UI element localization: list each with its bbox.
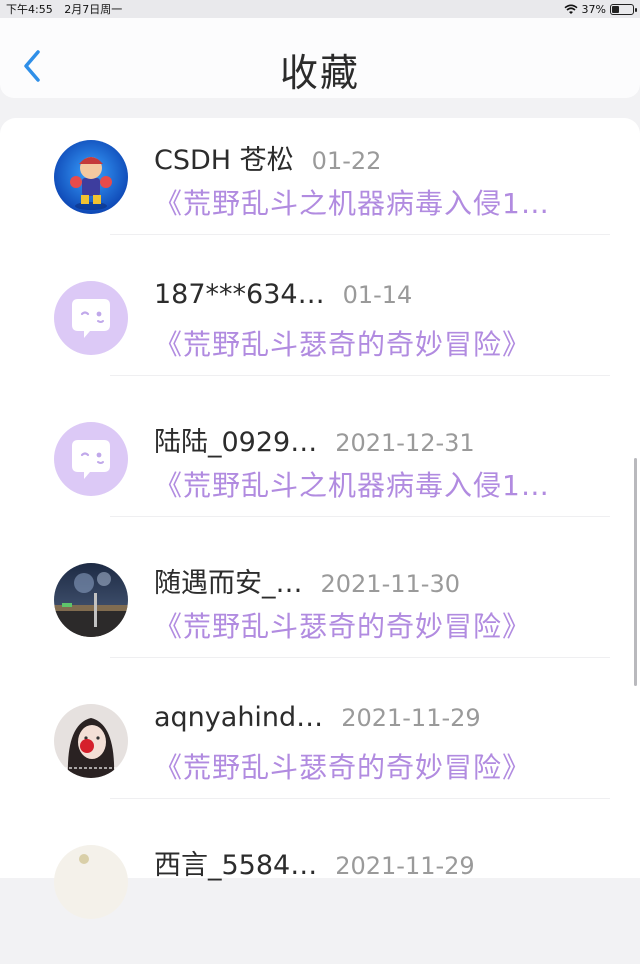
book-title[interactable]: 《荒野乱斗之机器病毒入侵1… xyxy=(154,182,550,222)
list-item[interactable]: aqnyahind… 2021-11-29 《荒野乱斗瑟奇的奇妙冒险》 xyxy=(0,682,640,823)
wifi-icon xyxy=(564,4,578,14)
favorites-list: CSDH 苍松 01-22 《荒野乱斗之机器病毒入侵1… 187***634… … xyxy=(0,118,640,919)
game-character-avatar xyxy=(54,140,128,214)
divider xyxy=(110,234,610,235)
default-chat-avatar xyxy=(54,281,128,355)
post-date: 01-22 xyxy=(311,147,382,175)
user-name: 187***634… xyxy=(154,279,325,310)
user-name: 西言_5584… xyxy=(154,850,318,881)
post-date: 01-14 xyxy=(342,281,413,309)
partial-avatar xyxy=(54,845,128,919)
name-line: 陆陆_0929… 2021-12-31 xyxy=(154,420,475,458)
list-item[interactable]: CSDH 苍松 01-22 《荒野乱斗之机器病毒入侵1… xyxy=(0,118,640,259)
divider xyxy=(110,516,610,517)
post-date: 2021-11-29 xyxy=(335,852,475,880)
user-name: CSDH 苍松 xyxy=(154,145,294,176)
divider xyxy=(110,375,610,376)
list-item[interactable]: 陆陆_0929… 2021-12-31 《荒野乱斗之机器病毒入侵1… xyxy=(0,400,640,541)
battery-icon xyxy=(610,3,637,15)
status-date: 2月7日周一 xyxy=(64,3,123,16)
book-title[interactable]: 《荒野乱斗瑟奇的奇妙冒险》 xyxy=(154,605,531,645)
scrollbar[interactable] xyxy=(634,458,637,686)
list-item[interactable]: 187***634… 01-14 《荒野乱斗瑟奇的奇妙冒险》 xyxy=(0,259,640,400)
book-title[interactable]: 《荒野乱斗瑟奇的奇妙冒险》 xyxy=(154,746,531,786)
city-night-photo-avatar xyxy=(54,563,128,637)
list-item[interactable]: 西言_5584… 2021-11-29 xyxy=(0,823,640,964)
user-name: 随遇而安_… xyxy=(154,568,303,599)
status-bar: 下午4:55 2月7日周一 37% xyxy=(0,0,640,18)
status-time: 下午4:55 xyxy=(6,3,53,16)
name-line: aqnyahind… 2021-11-29 xyxy=(154,702,481,738)
book-title[interactable]: 《荒野乱斗之机器病毒入侵1… xyxy=(154,464,550,504)
name-line: 西言_5584… 2021-11-29 xyxy=(154,843,475,881)
post-date: 2021-11-30 xyxy=(320,570,460,598)
post-date: 2021-12-31 xyxy=(335,429,475,457)
post-date: 2021-11-29 xyxy=(341,704,481,732)
user-name: aqnyahind… xyxy=(154,702,324,733)
page-title: 收藏 xyxy=(279,51,360,95)
divider xyxy=(110,798,610,799)
divider xyxy=(110,657,610,658)
book-title[interactable]: 《荒野乱斗瑟奇的奇妙冒险》 xyxy=(154,323,531,363)
user-name: 陆陆_0929… xyxy=(154,427,318,458)
name-line: CSDH 苍松 01-22 xyxy=(154,138,382,176)
default-chat-avatar xyxy=(54,422,128,496)
battery-level xyxy=(612,5,620,13)
name-line: 随遇而安_… 2021-11-30 xyxy=(154,561,460,599)
name-line: 187***634… 01-14 xyxy=(154,279,412,315)
list-item[interactable]: 随遇而安_… 2021-11-30 《荒野乱斗瑟奇的奇妙冒险》 xyxy=(0,541,640,682)
girl-portrait-avatar xyxy=(54,704,128,778)
battery-percent: 37% xyxy=(581,2,606,16)
header: 收藏 xyxy=(0,18,640,98)
